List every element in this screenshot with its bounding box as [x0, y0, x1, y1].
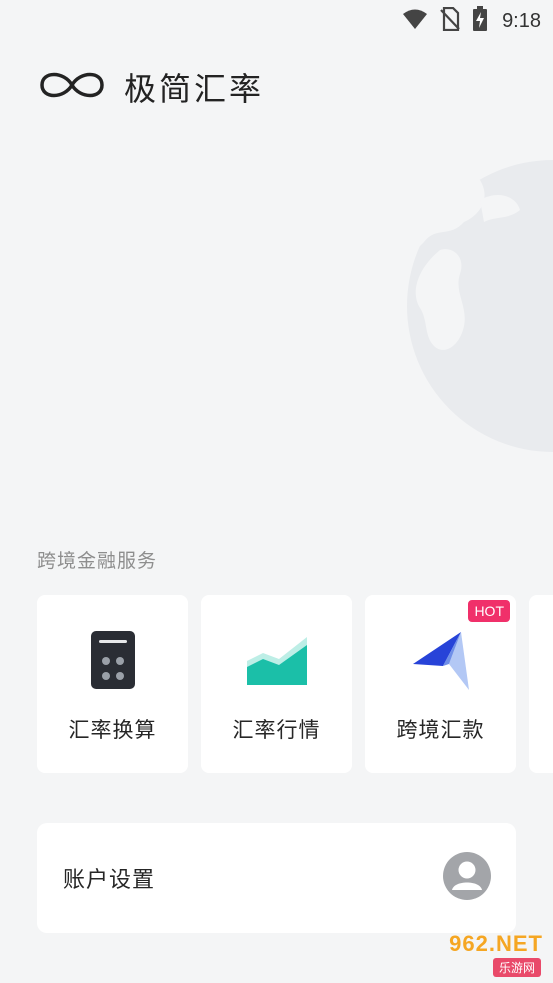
calculator-icon: [77, 628, 149, 692]
section-title: 跨境金融服务: [37, 550, 158, 572]
watermark-logo: 962.NET 乐游网: [407, 931, 547, 977]
user-avatar-icon: [442, 851, 492, 905]
account-settings-label: 账户设置: [63, 868, 156, 893]
app-header: 极简汇率: [36, 64, 264, 110]
service-card-partial[interactable]: [529, 595, 553, 773]
wifi-icon: [402, 8, 428, 34]
watermark-text: 962.NET: [449, 931, 543, 956]
hot-badge: HOT: [468, 600, 510, 622]
trend-chart-icon: [241, 628, 313, 692]
services-row: 汇率换算 汇率行情 HOT 跨境汇款: [37, 595, 553, 773]
watermark-subtext: 乐游网: [492, 958, 541, 977]
status-bar: 9:18: [0, 0, 553, 38]
service-label: 汇率换算: [68, 718, 157, 742]
service-label: 跨境汇款: [396, 718, 485, 742]
status-icons: 9:18: [402, 6, 541, 36]
service-card-exchange-calculator[interactable]: 汇率换算: [37, 595, 188, 773]
paper-plane-icon: [405, 628, 477, 692]
service-label: 汇率行情: [232, 718, 321, 742]
infinity-icon: [36, 67, 108, 107]
app-title: 极简汇率: [124, 70, 265, 108]
account-settings-card[interactable]: 账户设置: [37, 823, 516, 933]
status-time: 9:18: [502, 9, 541, 32]
service-card-cross-border-remittance[interactable]: HOT 跨境汇款: [365, 595, 516, 773]
battery-charging-icon: [472, 6, 488, 36]
no-sim-icon: [440, 6, 460, 35]
globe-illustration: [380, 160, 553, 456]
service-card-exchange-rates[interactable]: 汇率行情: [201, 595, 352, 773]
